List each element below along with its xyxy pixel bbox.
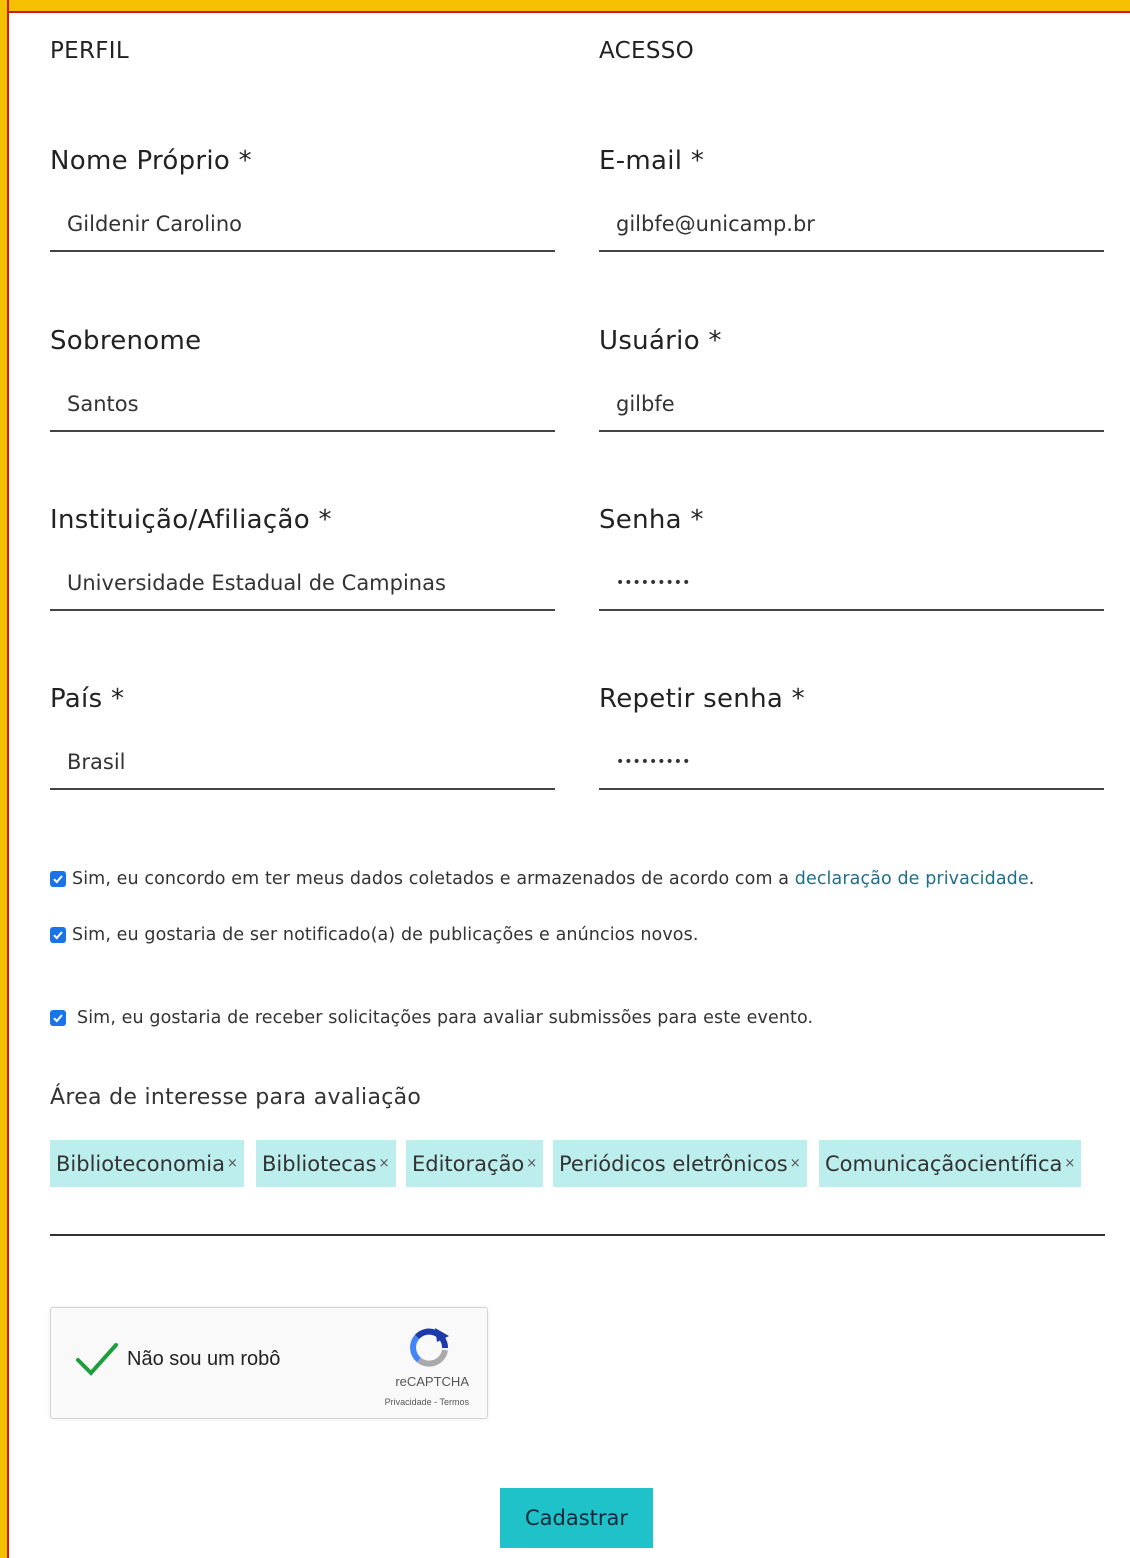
window-frame-left — [0, 0, 9, 1558]
review-area-label: Área de interesse para avaliação — [50, 1085, 422, 1110]
review-consent-text: Sim, eu gostaria de receber solicitações… — [77, 1008, 814, 1028]
submit-button[interactable]: Cadastrar — [500, 1488, 653, 1548]
pais-label: País * — [50, 684, 125, 714]
usuario-label: Usuário * — [599, 326, 722, 356]
privacy-consent-row: Sim, eu concordo em ter meus dados colet… — [50, 869, 1034, 889]
captcha-brand: reCAPTCHA — [395, 1374, 469, 1389]
tag-remove-icon[interactable]: × — [526, 1156, 537, 1171]
pais-select[interactable] — [50, 742, 555, 790]
notify-consent-checkbox[interactable] — [50, 927, 66, 943]
tag-label: Periódicos eletrônicos — [559, 1151, 788, 1176]
privacy-consent-end: . — [1028, 869, 1035, 889]
review-area-tag-input[interactable]: Biblioteconomia × Bibliotecas × Editoração… — [50, 1140, 1105, 1236]
review-consent-row: Sim, eu gostaria de receber solicitações… — [50, 1008, 813, 1028]
tag-label: Biblioteconomia — [56, 1151, 225, 1176]
review-consent-checkbox[interactable] — [50, 1010, 66, 1026]
section-title-access: ACESSO — [599, 38, 695, 64]
sobrenome-input[interactable] — [50, 384, 555, 432]
section-title-profile: PERFIL — [50, 38, 130, 64]
tag-biblioteconomia: Biblioteconomia × — [50, 1140, 244, 1187]
tag-label: Bibliotecas — [262, 1151, 377, 1176]
checkmark-icon — [53, 931, 63, 940]
captcha-privacy-terms-links[interactable]: Privacidade - Termos — [385, 1397, 469, 1407]
privacy-consent-text: Sim, eu concordo em ter meus dados colet… — [72, 869, 795, 889]
senha-label: Senha * — [599, 505, 704, 535]
notify-consent-text: Sim, eu gostaria de ser notificado(a) de… — [72, 925, 699, 945]
recaptcha-widget: Não sou um robô reCAPTCHA Privacidade - … — [50, 1307, 488, 1419]
tag-periodicos-eletronicos: Periódicos eletrônicos × — [553, 1140, 807, 1187]
email-label: E-mail * — [599, 146, 705, 176]
instituicao-label: Instituição/Afiliação * — [50, 505, 332, 535]
email-input[interactable] — [599, 204, 1104, 252]
tag-remove-icon[interactable]: × — [227, 1156, 238, 1171]
instituicao-input[interactable] — [50, 563, 555, 611]
recaptcha-logo-icon — [410, 1328, 449, 1367]
tag-label: Comunicaçãocientífica — [825, 1151, 1063, 1176]
tag-comunicacao-cientifica: Comunicaçãocientífica × — [819, 1140, 1082, 1187]
nome-input[interactable] — [50, 204, 555, 252]
tag-remove-icon[interactable]: × — [379, 1156, 390, 1171]
repetir-senha-label: Repetir senha * — [599, 684, 805, 714]
usuario-input[interactable] — [599, 384, 1104, 432]
tag-editoracao: Editoração × — [406, 1140, 544, 1187]
tag-remove-icon[interactable]: × — [1064, 1156, 1075, 1171]
notify-consent-row: Sim, eu gostaria de ser notificado(a) de… — [50, 925, 698, 945]
tag-bibliotecas: Bibliotecas × — [256, 1140, 396, 1187]
captcha-label: Não sou um robô — [127, 1348, 281, 1370]
window-frame-top — [0, 0, 1130, 13]
captcha-checkmark-icon[interactable] — [75, 1340, 119, 1380]
repetir-senha-input[interactable] — [599, 742, 1104, 790]
tag-label: Editoração — [412, 1151, 525, 1176]
privacy-consent-checkbox[interactable] — [50, 871, 66, 887]
senha-input[interactable] — [599, 563, 1104, 611]
tag-remove-icon[interactable]: × — [790, 1156, 801, 1171]
checkmark-icon — [53, 1014, 63, 1023]
checkmark-icon — [53, 875, 63, 884]
sobrenome-label: Sobrenome — [50, 326, 202, 356]
privacy-policy-link[interactable]: declaração de privacidade — [795, 869, 1029, 889]
nome-label: Nome Próprio * — [50, 146, 252, 176]
